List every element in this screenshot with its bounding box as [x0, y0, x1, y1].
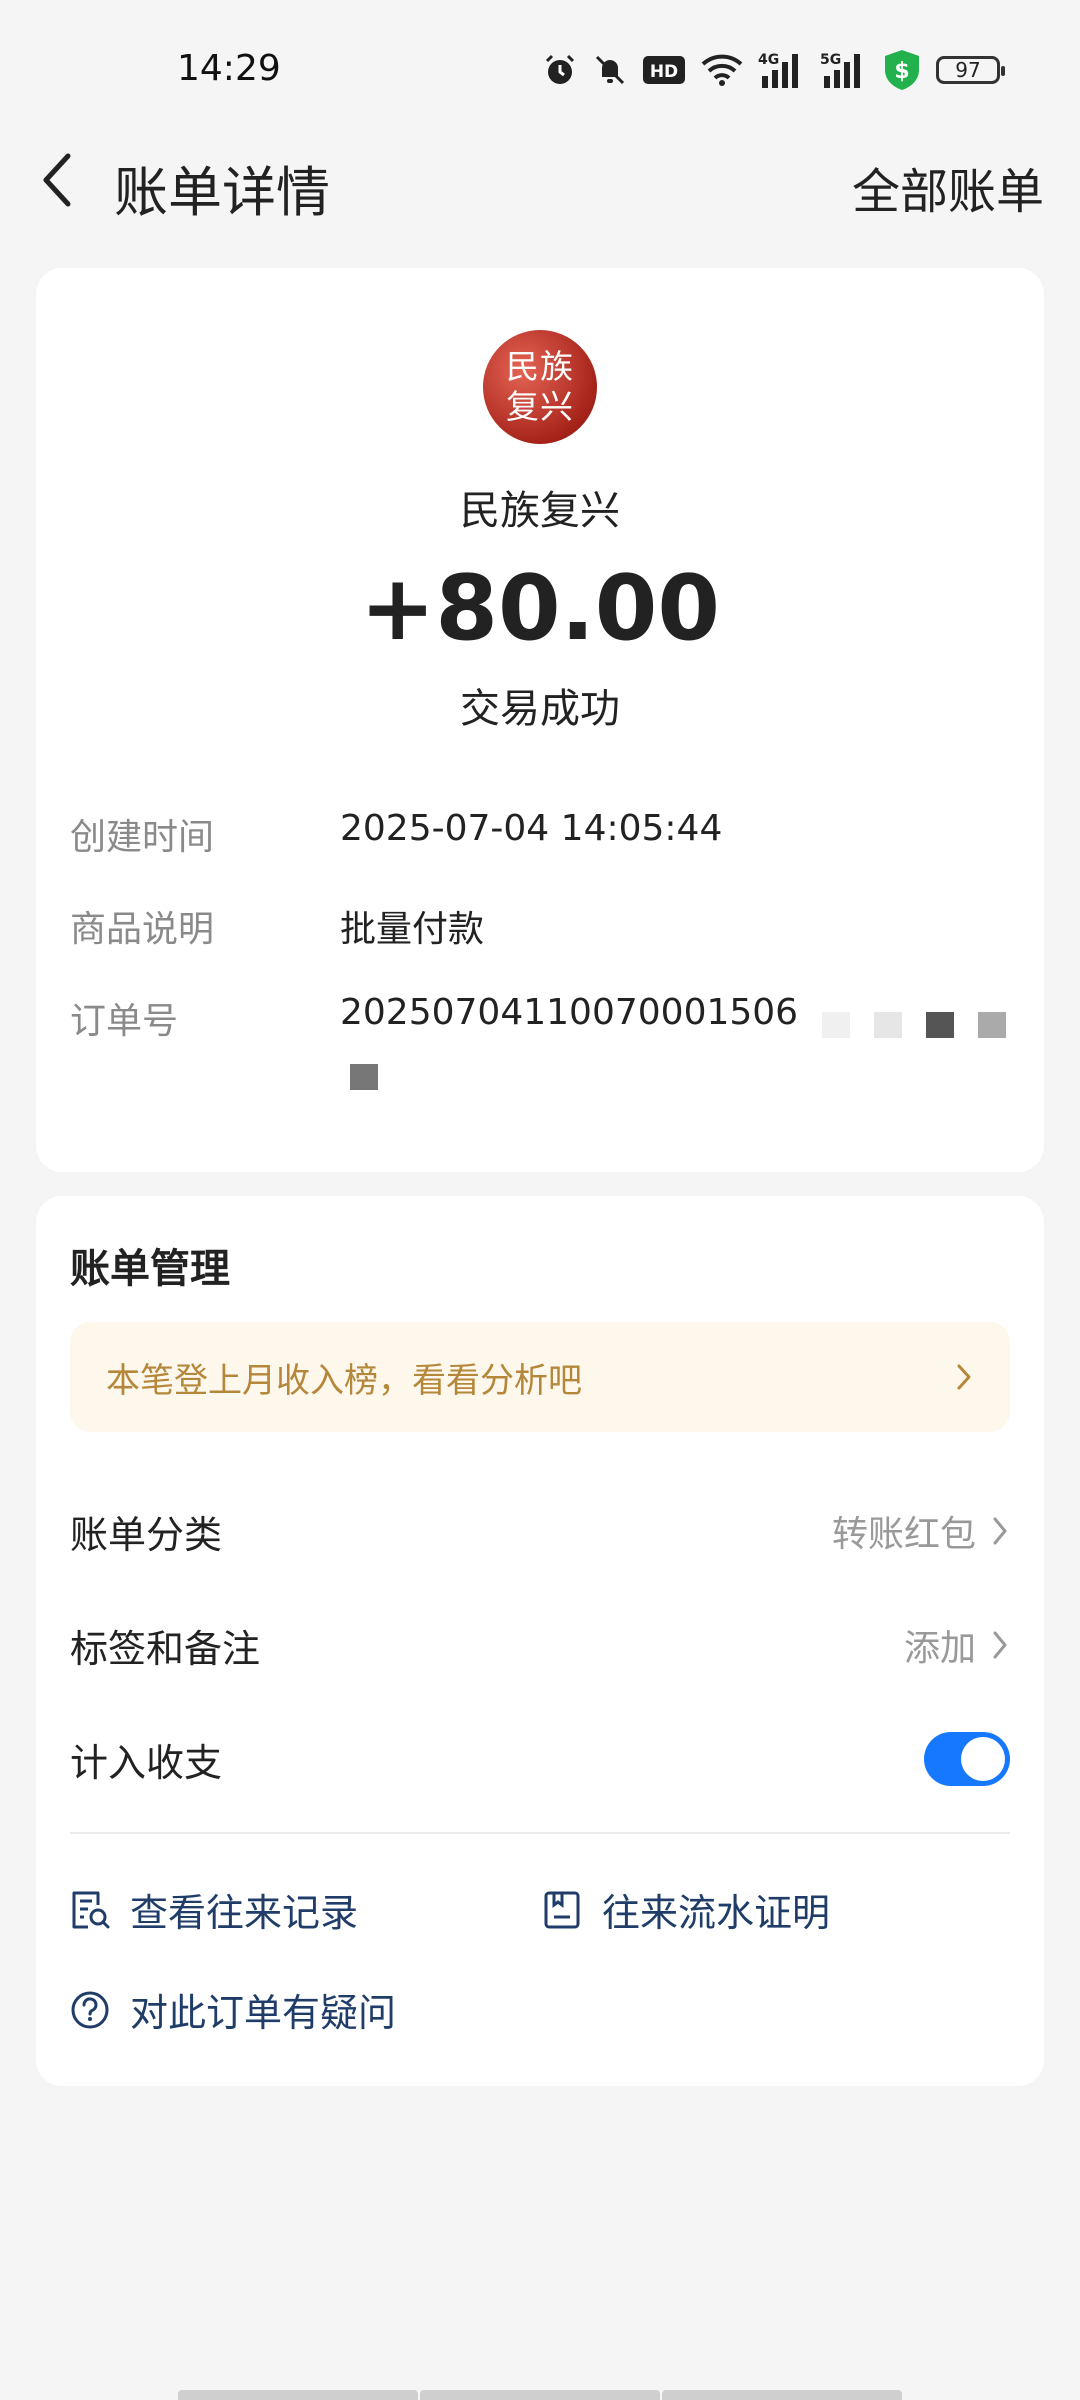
order-number-value: 20250704110070001506 [340, 992, 799, 1033]
signal-5g-icon: 5G [820, 52, 860, 88]
section-title: 账单管理 [70, 1246, 230, 1292]
divider [70, 1832, 1010, 1834]
hd-icon: HD [643, 56, 685, 84]
view-history-link[interactable]: 查看往来记录 [70, 1882, 358, 1937]
product-desc-label: 商品说明 [70, 909, 215, 950]
payer-avatar: 民族复兴 [483, 330, 597, 444]
count-in-balance-toggle[interactable] [924, 1732, 1010, 1786]
hd-label: HD [650, 62, 678, 82]
count-in-balance-label: 计入收支 [70, 1740, 223, 1785]
chevron-right-icon [993, 1631, 1007, 1659]
created-time-value: 2025-07-04 14:05:44 [340, 808, 723, 849]
chevron-right-icon [993, 1517, 1007, 1545]
view-history-label: 查看往来记录 [130, 1891, 359, 1935]
tags-notes-row[interactable]: 标签和备注 添加 [70, 1610, 1010, 1680]
wifi-icon [701, 54, 743, 86]
alarm-icon [545, 54, 575, 84]
chevron-right-icon [957, 1364, 971, 1390]
bill-category-row[interactable]: 账单分类 转账红包 [70, 1496, 1010, 1566]
created-time-label: 创建时间 [70, 817, 215, 858]
bill-management-card: 账单管理 本笔登上月收入榜，看看分析吧 账单分类 转账红包 标签和备注 添加 计… [36, 1196, 1044, 2086]
redacted-mosaic [926, 1012, 954, 1038]
count-in-balance-row: 计入收支 [70, 1724, 1010, 1794]
order-number-label: 订单号 [70, 1001, 179, 1042]
svg-text:$: $ [894, 59, 909, 84]
question-circle-icon [71, 1991, 109, 2028]
product-desc-value: 批量付款 [340, 909, 485, 950]
network-4g-label: 4G [758, 52, 779, 68]
order-question-label: 对此订单有疑问 [130, 1991, 397, 2035]
avatar-text: 民族复兴 [506, 347, 574, 426]
back-arrow-icon[interactable] [36, 150, 76, 210]
statement-icon [544, 1891, 580, 1928]
statement-proof-link[interactable]: 往来流水证明 [542, 1882, 830, 1937]
income-ranking-banner[interactable]: 本笔登上月收入榜，看看分析吧 [70, 1322, 1010, 1432]
transaction-card: 民族复兴 民族复兴 +80.00 交易成功 创建时间 2025-07-04 14… [36, 268, 1044, 1172]
network-5g-label: 5G [820, 52, 841, 68]
tags-notes-value: 添加 [903, 1628, 976, 1669]
signal-4g-icon: 4G [758, 52, 798, 88]
bill-category-value: 转账红包 [831, 1514, 976, 1555]
bill-category-label: 账单分类 [70, 1512, 223, 1557]
redacted-mosaic [874, 1012, 902, 1038]
order-question-link[interactable]: 对此订单有疑问 [70, 1982, 396, 2037]
statement-proof-label: 往来流水证明 [602, 1891, 831, 1935]
all-bills-link[interactable]: 全部账单 [852, 152, 1044, 222]
page-title: 账单详情 [114, 161, 330, 224]
payer-name: 民族复兴 [460, 488, 620, 534]
transaction-status: 交易成功 [460, 686, 620, 732]
promo-text: 本笔登上月收入榜，看看分析吧 [106, 1360, 582, 1401]
transaction-amount: +80.00 [359, 556, 721, 661]
status-bar: 14:29 HD 4G 5G $ 97 [0, 0, 1080, 140]
tags-notes-label: 标签和备注 [70, 1626, 261, 1671]
redacted-mosaic [350, 1064, 378, 1090]
security-shield-icon: $ [885, 50, 919, 90]
redacted-mosaic [978, 1012, 1006, 1038]
record-search-icon [72, 1891, 110, 1928]
redacted-mosaic [822, 1012, 850, 1038]
home-indicator[interactable] [178, 2390, 902, 2400]
bell-muted-icon [595, 55, 625, 85]
battery-indicator: 97 [936, 56, 1005, 84]
status-icons: HD 4G 5G $ 97 [542, 46, 1005, 94]
status-time: 14:29 [177, 48, 281, 89]
